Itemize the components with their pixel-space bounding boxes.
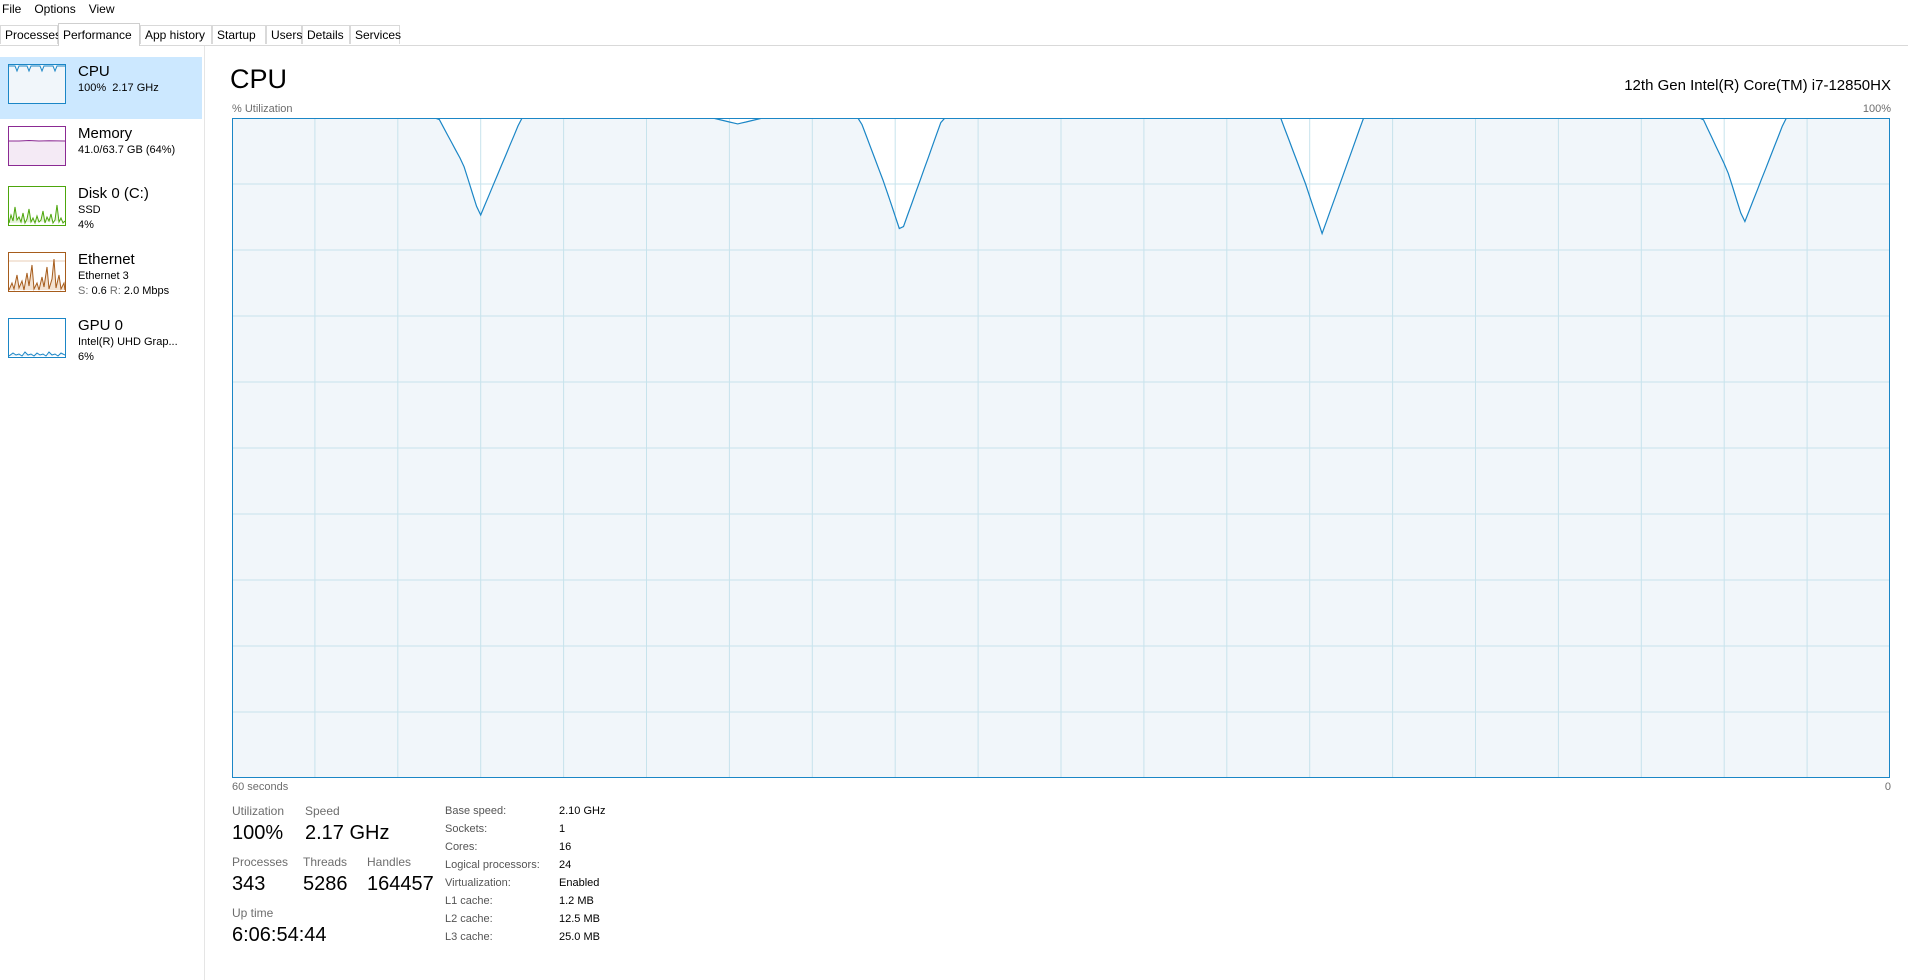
sidebar-item-memory[interactable]: Memory 41.0/63.7 GB (64%) [0,119,202,181]
sidebar-gpu-sub2: 6% [78,351,94,363]
tab-startup[interactable]: Startup [212,25,266,44]
sidebar-ethernet-sub1: Ethernet 3 [78,270,129,282]
graph-y-max-label: 100% [1862,103,1891,115]
utilization-value: 100% [232,822,284,844]
handles-label: Handles [367,855,412,869]
cpu-graph-icon [8,64,66,104]
tab-details[interactable]: Details [302,25,350,44]
spec-key: Cores: [445,841,478,853]
menu-view[interactable]: View [87,2,121,16]
sidebar-disk-title: Disk 0 (C:) [78,185,149,202]
menu-file[interactable]: File [0,2,27,16]
menu-options[interactable]: Options [32,2,81,16]
utilization-label: Utilization [232,804,285,818]
menu-bar: File Options View [0,0,1908,18]
sidebar-gpu-sub1: Intel(R) UHD Grap... [78,336,178,348]
spec-value: 1.2 MB [559,895,594,907]
resource-sidebar: CPU 100% 2.17 GHz Memory 41.0/63.7 GB (6… [0,46,205,980]
handles-value: 164457 [367,873,434,895]
spec-value: 12.5 MB [559,913,600,925]
sidebar-memory-sub: 41.0/63.7 GB (64%) [78,144,176,156]
spec-value: Enabled [559,877,600,889]
gpu-graph-icon [8,318,66,358]
receive-label: R: [109,285,121,297]
sidebar-disk-sub2: 4% [78,219,94,231]
spec-key: Base speed: [445,805,507,817]
speed-value: 2.17 GHz [305,822,390,844]
sidebar-cpu-sub: 100% 2.17 GHz [78,82,159,94]
sidebar-item-ethernet[interactable]: Ethernet Ethernet 3 S: 0.6 R: 2.0 Mbps [0,245,202,307]
threads-value: 5286 [303,873,348,895]
sidebar-item-disk[interactable]: Disk 0 (C:) SSD 4% [0,179,202,241]
threads-label: Threads [303,855,348,869]
send-label: S: [78,285,89,297]
spec-key: Virtualization: [445,877,511,889]
receive-value: 2.0 Mbps [123,285,170,297]
uptime-label: Up time [232,906,274,920]
sidebar-cpu-title: CPU [78,63,110,80]
tab-processes[interactable]: Processes [0,25,61,44]
cpu-utilization-graph [232,118,1890,778]
spec-value: 24 [559,859,572,871]
sidebar-ethernet-title: Ethernet [78,251,135,268]
graph-x-left-label: 60 seconds [232,781,289,793]
tab-performance[interactable]: Performance [58,23,140,46]
memory-graph-icon [8,126,66,166]
tab-services[interactable]: Services [350,25,401,44]
tab-users[interactable]: Users [266,25,302,44]
tab-bar: Processes Performance App history Startu… [0,23,1908,46]
processes-label: Processes [232,855,289,869]
sidebar-item-gpu[interactable]: GPU 0 Intel(R) UHD Grap... 6% [0,311,202,373]
spec-key: L2 cache: [445,913,493,925]
spec-value: 25.0 MB [559,931,600,943]
spec-value: 1 [559,823,566,835]
sidebar-ethernet-sub2: S: 0.6 R: 2.0 Mbps [78,284,169,299]
ethernet-graph-icon [8,252,66,292]
spec-value: 2.10 GHz [559,805,606,817]
graph-x-right-label: 0 [1884,781,1891,793]
spec-value: 16 [559,841,572,853]
sidebar-memory-title: Memory [78,125,133,142]
disk-graph-icon [8,186,66,226]
sidebar-disk-sub1: SSD [78,204,101,216]
processes-value: 343 [232,873,266,895]
sidebar-item-cpu[interactable]: CPU 100% 2.17 GHz [0,57,202,119]
spec-key: Logical processors: [445,859,540,871]
tab-app-history[interactable]: App history [140,25,212,44]
uptime-value: 6:06:54:44 [232,924,327,946]
spec-key: L1 cache: [445,895,493,907]
sidebar-gpu-title: GPU 0 [78,317,124,334]
speed-label: Speed [305,804,340,818]
spec-key: Sockets: [445,823,488,835]
page-title: CPU [230,64,288,94]
cpu-model-name: 12th Gen Intel(R) Core(TM) i7-12850HX [1624,77,1891,94]
spec-key: L3 cache: [445,931,493,943]
graph-y-label: % Utilization [232,103,293,115]
send-value: 0.6 [91,285,107,297]
